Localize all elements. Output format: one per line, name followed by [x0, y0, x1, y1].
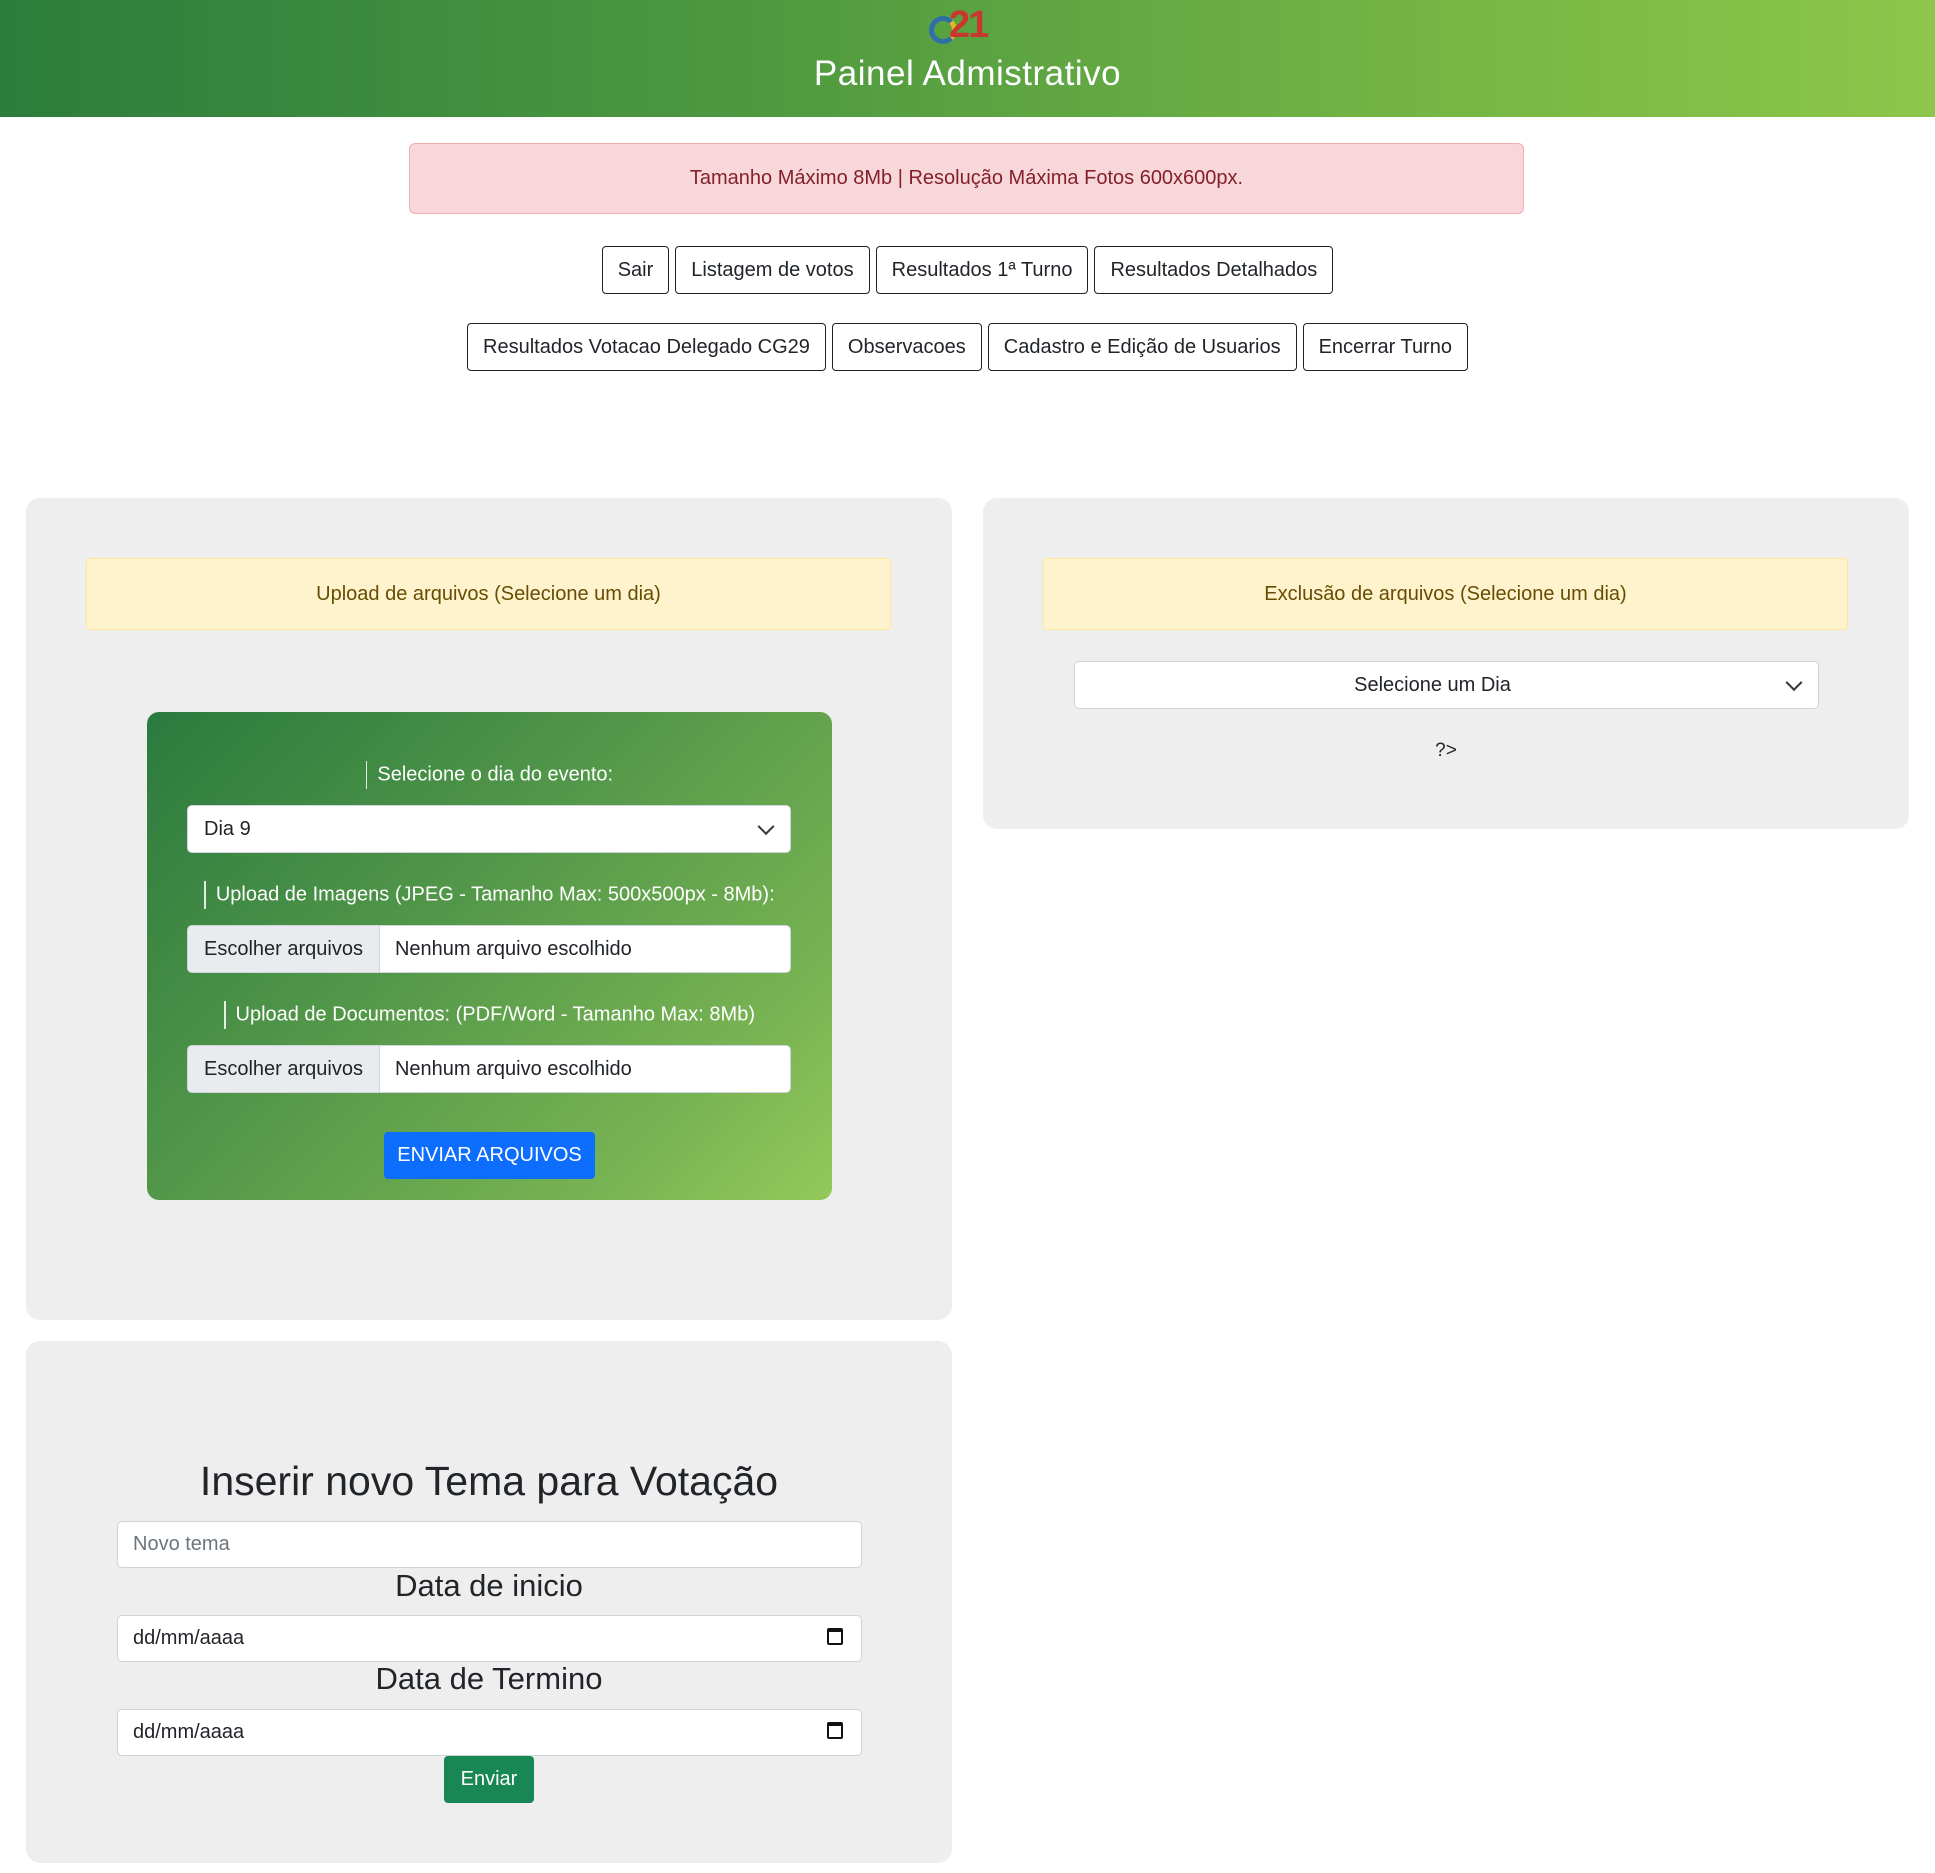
images-file-input[interactable]: Escolher arquivos Nenhum arquivo escolhi… — [187, 925, 791, 973]
logo-text: 21 — [949, 4, 989, 46]
day-select-value: Dia 9 — [204, 817, 251, 840]
images-upload-label: Upload de Imagens (JPEG - Tamanho Max: 5… — [147, 881, 832, 909]
docs-file-input[interactable]: Escolher arquivos Nenhum arquivo escolhi… — [187, 1045, 791, 1093]
end-date-placeholder: dd/mm/aaaa — [133, 1721, 245, 1743]
day-select[interactable]: Dia 9 — [187, 805, 791, 853]
encerrar-turno-button[interactable]: Encerrar Turno — [1302, 323, 1468, 371]
end-date-input[interactable]: dd/mm/aaaa — [117, 1709, 862, 1756]
page-title: Painel Admistrativo — [813, 54, 1122, 93]
delete-panel: Exclusão de arquivos (Selecione um dia) … — [983, 498, 1909, 829]
choose-docs-button[interactable]: Escolher arquivos — [188, 1046, 380, 1092]
chevron-down-icon — [1785, 674, 1803, 692]
chevron-down-icon — [757, 818, 775, 836]
upload-heading: Upload de arquivos (Selecione um dia) — [86, 558, 891, 630]
new-topic-title: Inserir novo Tema para Votação — [199, 1458, 779, 1504]
resultados-detalhados-button[interactable]: Resultados Detalhados — [1094, 246, 1334, 294]
delete-day-select[interactable]: Selecione um Dia — [1074, 661, 1819, 709]
delete-heading: Exclusão de arquivos (Selecione um dia) — [1043, 558, 1848, 630]
listagem-votos-button[interactable]: Listagem de votos — [675, 246, 870, 294]
stray-text: ?> — [1435, 740, 1457, 761]
docs-upload-label: Upload de Documentos: (PDF/Word - Tamanh… — [147, 1001, 832, 1029]
day-select-label: Selecione o dia do evento: — [147, 761, 832, 789]
end-date-label: Data de Termino — [375, 1661, 603, 1696]
label-divider — [365, 761, 368, 789]
images-file-status: Nenhum arquivo escolhido — [394, 937, 632, 960]
start-date-label: Data de inicio — [395, 1568, 583, 1603]
calendar-icon[interactable] — [827, 1628, 843, 1645]
new-topic-input[interactable]: Novo tema — [117, 1521, 862, 1568]
calendar-icon[interactable] — [827, 1722, 843, 1739]
send-files-button[interactable]: ENVIAR ARQUIVOS — [384, 1132, 595, 1179]
start-date-placeholder: dd/mm/aaaa — [133, 1627, 245, 1649]
nav-row-1: Sair Listagem de votos Resultados 1ª Tur… — [0, 246, 1935, 294]
delete-select-value: Selecione um Dia — [1354, 673, 1511, 696]
label-divider — [224, 1001, 226, 1029]
logo: 21 — [927, 4, 993, 48]
choose-images-button[interactable]: Escolher arquivos — [188, 926, 380, 972]
docs-file-status: Nenhum arquivo escolhido — [394, 1057, 632, 1080]
start-date-input[interactable]: dd/mm/aaaa — [117, 1615, 862, 1662]
resultados-delegado-button[interactable]: Resultados Votacao Delegado CG29 — [467, 323, 826, 371]
submit-topic-button[interactable]: Enviar — [444, 1756, 534, 1803]
resultados-1-turno-button[interactable]: Resultados 1ª Turno — [875, 246, 1089, 294]
sair-button[interactable]: Sair — [601, 246, 670, 294]
nav-row-2: Resultados Votacao Delegado CG29 Observa… — [0, 323, 1935, 371]
page-header: 21 Painel Admistrativo — [0, 0, 1935, 117]
label-divider — [204, 881, 206, 909]
size-limit-alert: Tamanho Máximo 8Mb | Resolução Máxima Fo… — [409, 143, 1524, 214]
cadastro-usuarios-button[interactable]: Cadastro e Edição de Usuarios — [987, 323, 1297, 371]
upload-form-card: Selecione o dia do evento: Dia 9 Upload … — [147, 712, 832, 1200]
observacoes-button[interactable]: Observacoes — [831, 323, 982, 371]
